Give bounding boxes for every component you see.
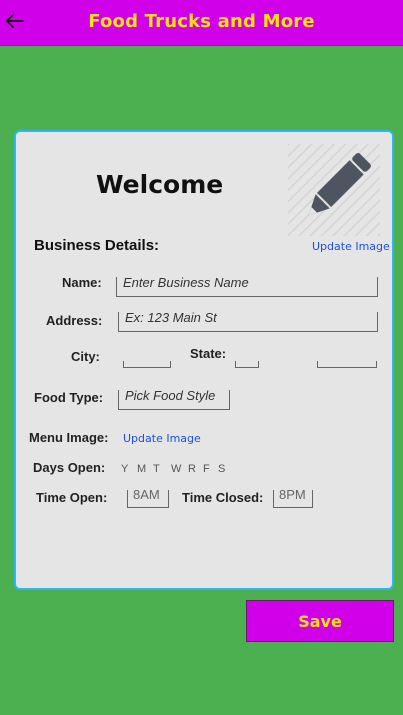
city-label: City: — [71, 349, 100, 364]
day-toggle[interactable]: T — [153, 463, 160, 475]
food-type-placeholder: Pick Food Style — [125, 388, 216, 403]
business-image — [288, 144, 380, 236]
day-toggle[interactable]: F — [203, 463, 210, 475]
name-label: Name: — [62, 275, 102, 290]
time-open-input[interactable]: 8AM — [127, 487, 169, 508]
update-image-link[interactable]: Update Image — [312, 240, 390, 253]
day-toggle[interactable]: M — [137, 463, 146, 475]
state-label: State: — [190, 346, 227, 361]
zip-input[interactable] — [317, 361, 377, 368]
name-placeholder: Enter Business Name — [123, 275, 249, 290]
address-input[interactable]: Ex: 123 Main St — [118, 310, 378, 332]
name-input[interactable]: Enter Business Name — [116, 275, 378, 297]
city-input[interactable] — [123, 361, 171, 368]
app-header: Food Trucks and More — [0, 0, 403, 46]
time-open-label: Time Open: — [36, 490, 108, 505]
time-closed-label: Time Closed: — [182, 490, 264, 505]
day-toggle[interactable]: R — [188, 463, 196, 475]
days-open-label: Days Open: — [33, 460, 106, 475]
time-closed-value: 8PM — [279, 487, 306, 502]
business-form-card: Welcome Update Image Business Details: N… — [14, 130, 394, 590]
time-open-value: 8AM — [133, 487, 160, 502]
day-toggle[interactable]: W — [171, 463, 181, 475]
section-title: Business Details: — [34, 237, 160, 254]
time-closed-input[interactable]: 8PM — [273, 487, 313, 508]
address-label: Address: — [46, 313, 103, 328]
app-title: Food Trucks and More — [88, 11, 315, 32]
day-toggle[interactable]: S — [218, 463, 225, 475]
address-placeholder: Ex: 123 Main St — [125, 310, 217, 325]
save-label: Save — [298, 612, 342, 631]
menu-update-image-link[interactable]: Update Image — [123, 432, 201, 445]
save-button[interactable]: Save — [246, 600, 394, 642]
state-input[interactable] — [235, 361, 259, 368]
menu-image-label: Menu Image: — [29, 430, 109, 445]
day-toggle[interactable]: Y — [121, 463, 128, 475]
food-type-label: Food Type: — [34, 390, 104, 405]
pencil-icon — [288, 144, 380, 236]
welcome-heading: Welcome — [96, 170, 224, 199]
food-type-select[interactable]: Pick Food Style — [118, 388, 230, 410]
